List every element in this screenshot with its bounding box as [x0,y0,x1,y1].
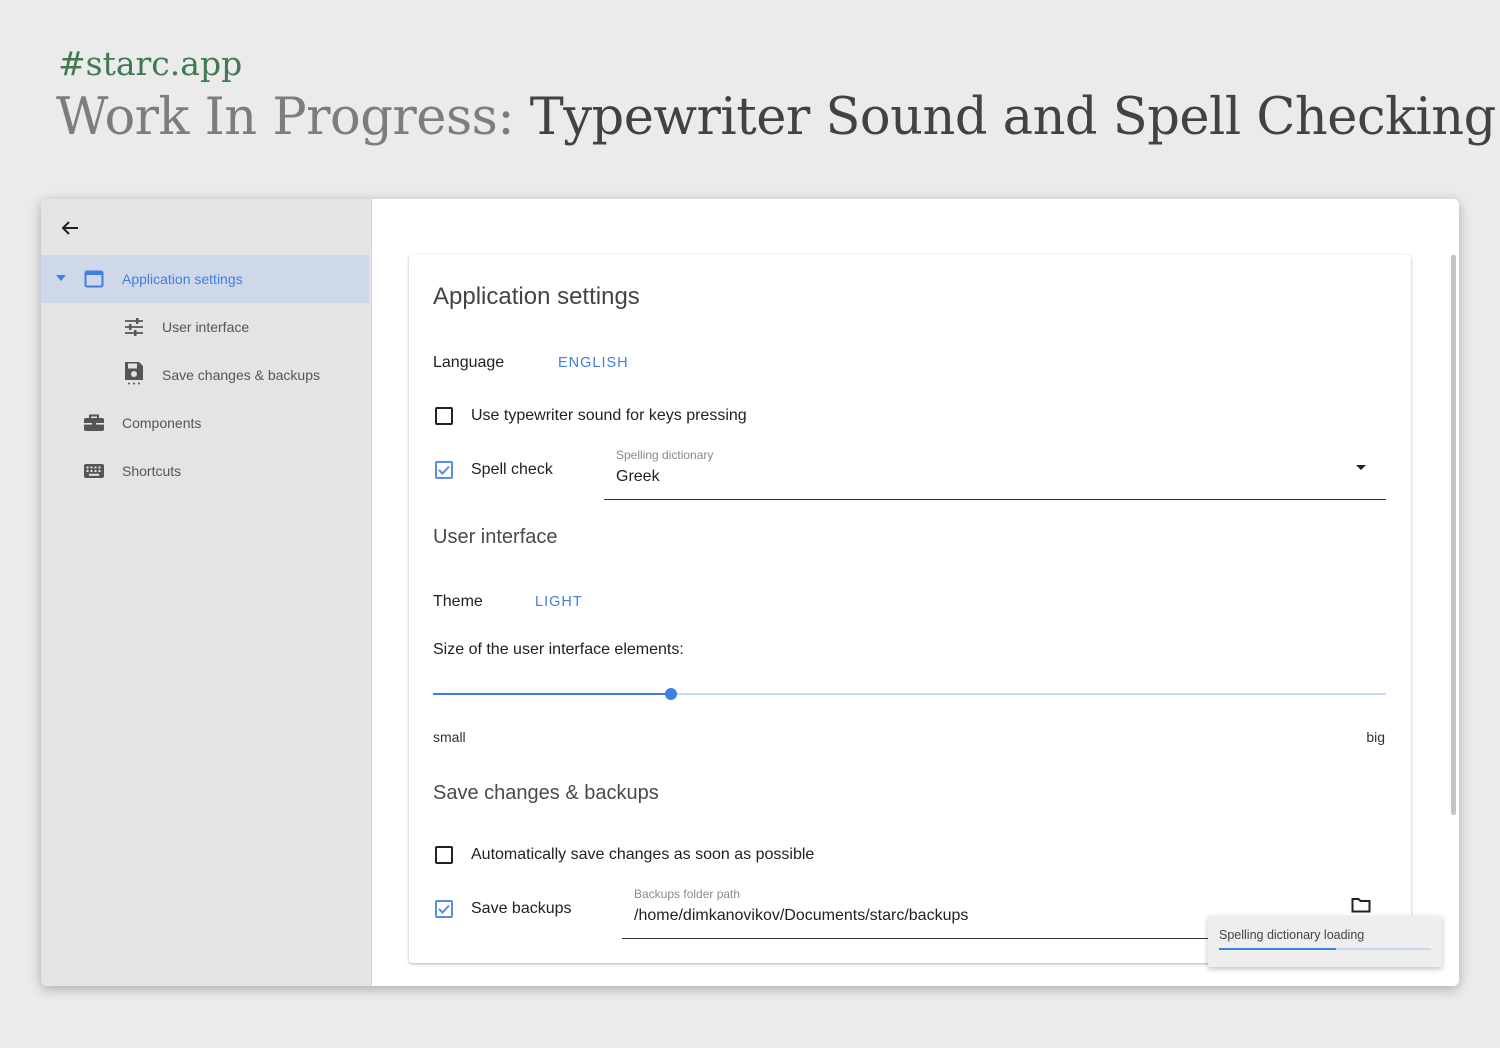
headline-prefix: Work In Progress: [56,88,515,147]
settings-card: Application settings Language ENGLISH Us… [409,255,1411,963]
expand-caret-icon [56,275,66,281]
spelling-dictionary-select[interactable]: Spelling dictionary Greek [604,445,1386,500]
save-backups-label: Save backups [471,900,572,917]
check-icon [438,465,450,475]
dropdown-arrow-icon [1356,465,1366,470]
toast-progress-bar [1219,948,1336,950]
toast-text: Spelling dictionary loading [1219,928,1365,942]
slider-track-active [433,693,671,695]
arrow-back-icon [61,221,78,235]
sidebar-item-user-interface[interactable]: User interface [41,303,369,351]
headline-title: Typewriter Sound and Spell Checking [529,88,1497,147]
theme-label: Theme [433,593,483,610]
sidebar-item-label: Components [122,415,202,431]
app-window: Application settings User interface Save… [41,199,1459,986]
loading-toast: Spelling dictionary loading [1208,916,1442,967]
window-icon [83,268,105,290]
sidebar-item-save-backups[interactable]: Save changes & backups [41,351,369,399]
ui-size-max-label: big [1366,729,1385,745]
typewriter-sound-label: Use typewriter sound for keys pressing [471,407,747,424]
sidebar-item-label: User interface [162,319,250,335]
spell-check-checkbox[interactable] [435,461,453,479]
sidebar-item-components[interactable]: Components [41,399,369,447]
sidebar-item-label: Shortcuts [122,463,182,479]
sidebar-item-label: Save changes & backups [162,367,320,383]
language-label: Language [433,354,505,371]
folder-icon[interactable] [1351,897,1371,918]
ui-size-min-label: small [433,729,466,745]
settings-content: Application settings Language ENGLISH Us… [372,199,1459,986]
spelling-dictionary-value: Greek [616,468,660,485]
save-backups-checkbox[interactable] [435,900,453,918]
typewriter-sound-checkbox[interactable] [435,407,453,425]
ui-size-label: Size of the user interface elements: [433,641,684,658]
slider-thumb[interactable] [665,688,677,700]
check-icon [438,904,450,914]
toolbox-icon [83,412,105,434]
hashtag-label: #starc.app [58,44,243,83]
backups-folder-caption: Backups folder path [634,887,741,901]
autosave-label: Automatically save changes as soon as po… [471,846,815,863]
floppy-disk-icon [123,362,145,385]
spelling-dictionary-caption: Spelling dictionary [616,448,714,462]
user-interface-section-title: User interface [433,526,558,548]
sidebar-item-shortcuts[interactable]: Shortcuts [41,447,369,495]
toast-progress-track [1219,948,1431,950]
back-button[interactable] [57,215,83,241]
theme-button[interactable]: LIGHT [535,594,583,610]
autosave-checkbox[interactable] [435,846,453,864]
spell-check-label: Spell check [471,461,553,478]
tune-sliders-icon [123,316,145,338]
sidebar-item-application-settings[interactable]: Application settings [41,255,369,303]
dictionary-underline [604,499,1386,500]
vertical-scrollbar[interactable] [1451,255,1456,815]
ui-size-slider[interactable] [433,685,1386,703]
save-section-title: Save changes & backups [433,782,659,804]
page-headline: Work In Progress: Typewriter Sound and S… [56,88,1496,147]
keyboard-icon [83,460,105,482]
card-title: Application settings [433,283,640,310]
backups-folder-path: /home/dimkanovikov/Documents/starc/backu… [634,907,969,924]
settings-sidebar: Application settings User interface Save… [41,199,372,986]
language-button[interactable]: ENGLISH [558,355,629,371]
sidebar-item-label: Application settings [122,271,243,287]
